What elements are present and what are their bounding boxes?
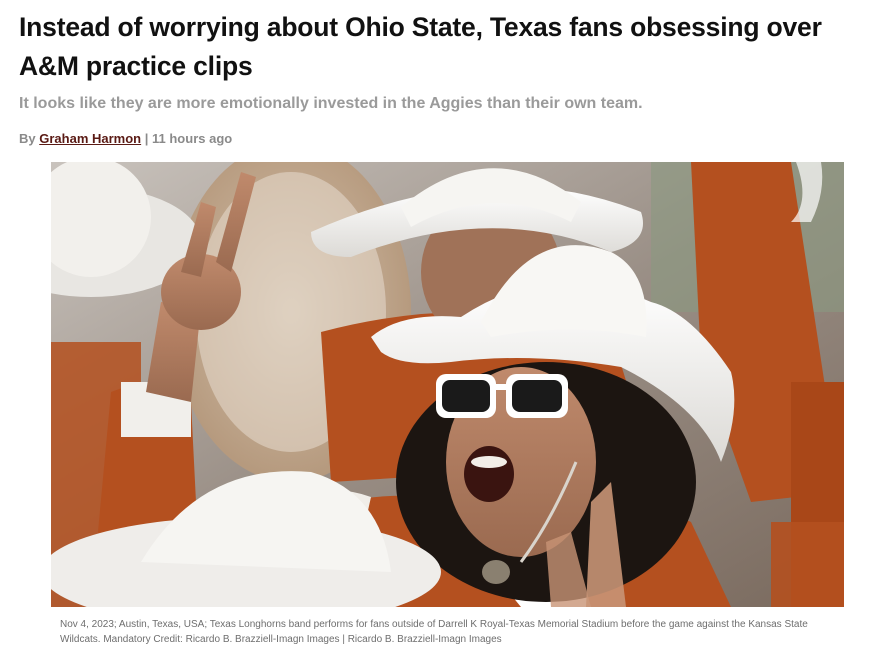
featured-image[interactable] bbox=[51, 162, 844, 607]
article: Instead of worrying about Ohio State, Te… bbox=[0, 0, 876, 659]
byline-timestamp: 11 hours ago bbox=[152, 131, 233, 146]
byline-separator: | bbox=[144, 131, 149, 146]
byline-prefix: By bbox=[19, 131, 36, 146]
subheadline: It looks like they are more emotionally … bbox=[19, 95, 643, 112]
band-photo bbox=[51, 162, 844, 607]
author-link[interactable]: Graham Harmon bbox=[39, 131, 141, 146]
image-caption: Nov 4, 2023; Austin, Texas, USA; Texas L… bbox=[60, 619, 808, 645]
headline: Instead of worrying about Ohio State, Te… bbox=[19, 12, 822, 81]
byline: By Graham Harmon | 11 hours ago bbox=[19, 130, 232, 148]
